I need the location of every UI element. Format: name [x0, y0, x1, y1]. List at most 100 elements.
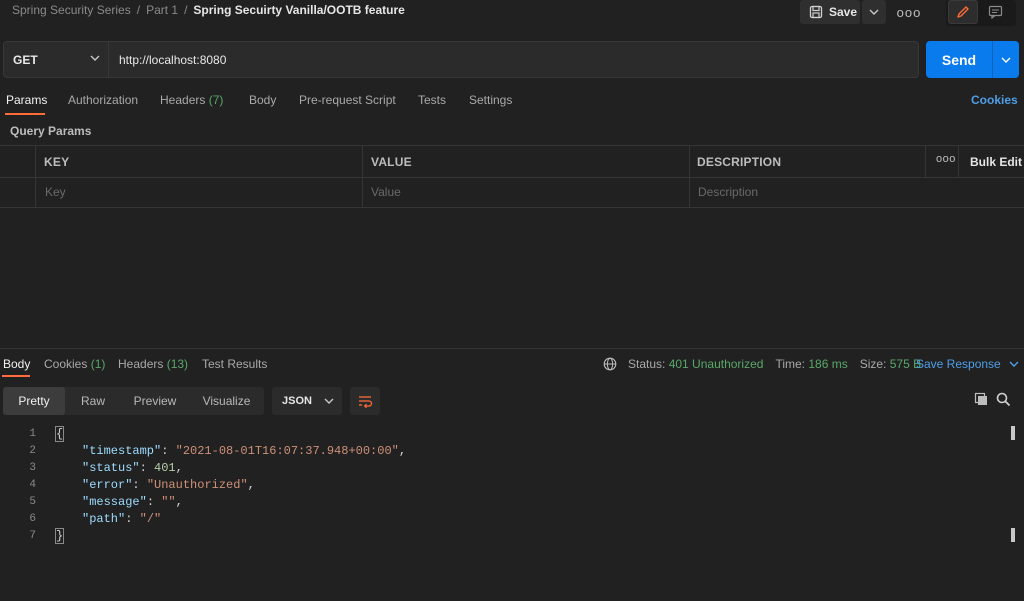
cookies-link[interactable]: Cookies [971, 93, 1018, 107]
response-tab-test-results[interactable]: Test Results [202, 357, 267, 371]
pencil-icon [957, 6, 969, 18]
code-line: "status": 401, [82, 461, 183, 475]
table-column-divider [925, 145, 926, 177]
tab-settings[interactable]: Settings [469, 93, 512, 117]
save-label: Save [829, 5, 858, 19]
save-response-button[interactable]: Save Response [916, 357, 1019, 371]
status-label: Status: [628, 357, 666, 371]
table-column-divider [35, 145, 36, 207]
format-select[interactable]: JSON [272, 387, 342, 415]
scrollbar-marker[interactable] [1011, 426, 1015, 440]
line-number: 1 [29, 428, 36, 440]
scrollbar-marker[interactable] [1011, 528, 1015, 542]
comments-button[interactable] [982, 0, 1008, 24]
request-name[interactable]: Spring Secuirty Vanilla/OOTB feature [193, 3, 404, 17]
save-options-button[interactable] [862, 0, 886, 24]
close-brace: } [54, 528, 65, 544]
description-input[interactable]: Description [698, 185, 758, 199]
send-button[interactable]: Send [926, 41, 992, 78]
column-header-key: KEY [44, 155, 70, 169]
method-select[interactable]: GET [3, 41, 109, 78]
tab-tests[interactable]: Tests [418, 93, 446, 117]
url-value: http://localhost:8080 [119, 52, 227, 67]
time-value: 186 ms [808, 357, 848, 371]
code-line: } [54, 528, 65, 544]
json-value: 401 [154, 461, 176, 475]
key-input[interactable]: Key [45, 185, 66, 199]
json-key: "status" [82, 461, 140, 475]
tab-authorization[interactable]: Authorization [68, 93, 138, 117]
table-border-bottom [0, 207, 1024, 208]
breadcrumb: Spring Security Series / Part 1 / Spring Sec… [12, 3, 405, 17]
code-line: "error": "Unauthorized", [82, 478, 255, 492]
response-body-viewer[interactable]: 1 2 3 4 5 6 7 { "timestamp": "2021-08-01… [0, 424, 1010, 554]
json-key: "path" [82, 512, 126, 526]
column-header-description: DESCRIPTION [697, 155, 782, 169]
active-tab-indicator [5, 113, 45, 115]
more-icon[interactable]: ooo [936, 153, 956, 165]
chevron-down-icon [1001, 57, 1011, 63]
breadcrumb-folder[interactable]: Part 1 [146, 3, 178, 17]
bulk-edit-button[interactable]: Bulk Edit [970, 155, 1022, 169]
response-status-bar: Status: 401 Unauthorized Time: 186 ms Si… [603, 355, 921, 373]
json-value: "2021-08-01T16:07:37.948+00:00" [175, 444, 399, 458]
line-number: 6 [29, 513, 36, 525]
more-icon[interactable]: ooo [897, 2, 921, 22]
format-value: JSON [282, 395, 312, 407]
save-button[interactable]: Save [800, 0, 860, 24]
line-number: 2 [29, 445, 36, 457]
view-raw-button[interactable]: Raw [65, 387, 121, 415]
response-divider [0, 348, 1024, 349]
time-label: Time: [775, 357, 805, 371]
globe-icon[interactable] [603, 357, 617, 371]
method-value: GET [13, 52, 38, 67]
table-column-divider [362, 145, 363, 207]
json-key: "message" [82, 495, 147, 509]
tab-headers-count: (7) [208, 93, 224, 107]
comment-icon [988, 5, 1002, 19]
wrap-lines-button[interactable] [350, 387, 380, 415]
line-number: 3 [29, 462, 36, 474]
tab-headers[interactable]: Headers (7) [160, 93, 223, 117]
search-icon[interactable] [996, 392, 1011, 410]
json-value: "Unauthorized" [146, 478, 248, 492]
json-key: "timestamp" [82, 444, 162, 458]
response-tab-headers[interactable]: Headers (13) [118, 357, 188, 371]
view-pretty-button[interactable]: Pretty [3, 387, 65, 415]
size-label: Size: [859, 357, 887, 371]
response-tab-cookies-count: (1) [90, 357, 106, 371]
chevron-down-icon [1009, 361, 1019, 367]
line-number: 5 [29, 496, 36, 508]
json-value: "/" [139, 512, 162, 526]
send-options-button[interactable] [992, 41, 1019, 78]
response-tab-body[interactable]: Body [3, 357, 30, 371]
wrap-lines-icon [359, 396, 373, 408]
column-header-value: VALUE [371, 155, 412, 169]
chevron-down-icon [90, 55, 100, 61]
tab-pre-request-script[interactable]: Pre-request Script [299, 93, 396, 117]
code-line: "path": "/" [82, 512, 162, 526]
table-border-top [0, 145, 1024, 146]
view-mode-group: Pretty Raw Preview Visualize [3, 387, 264, 415]
copy-icon[interactable] [974, 392, 989, 410]
breadcrumb-collection[interactable]: Spring Security Series [12, 3, 131, 17]
edit-documentation-button[interactable] [948, 0, 978, 24]
line-number: 4 [29, 479, 36, 491]
tab-body[interactable]: Body [249, 93, 276, 117]
status-value: 401 Unauthorized [668, 357, 764, 371]
url-input[interactable]: http://localhost:8080 [109, 41, 919, 78]
json-value: "" [161, 495, 176, 509]
open-brace: { [54, 426, 65, 442]
response-tab-cookies-label: Cookies [44, 357, 88, 371]
response-tab-cookies[interactable]: Cookies (1) [44, 357, 105, 371]
code-line: { [54, 426, 65, 442]
active-tab-indicator [2, 375, 30, 377]
view-preview-button[interactable]: Preview [121, 387, 189, 415]
value-input[interactable]: Value [371, 185, 401, 199]
query-params-title: Query Params [10, 124, 92, 138]
chevron-down-icon [324, 398, 334, 404]
view-visualize-button[interactable]: Visualize [189, 387, 264, 415]
breadcrumb-separator: / [184, 3, 188, 17]
tab-headers-label: Headers [160, 93, 206, 107]
code-line: "timestamp": "2021-08-01T16:07:37.948+00… [82, 444, 407, 458]
